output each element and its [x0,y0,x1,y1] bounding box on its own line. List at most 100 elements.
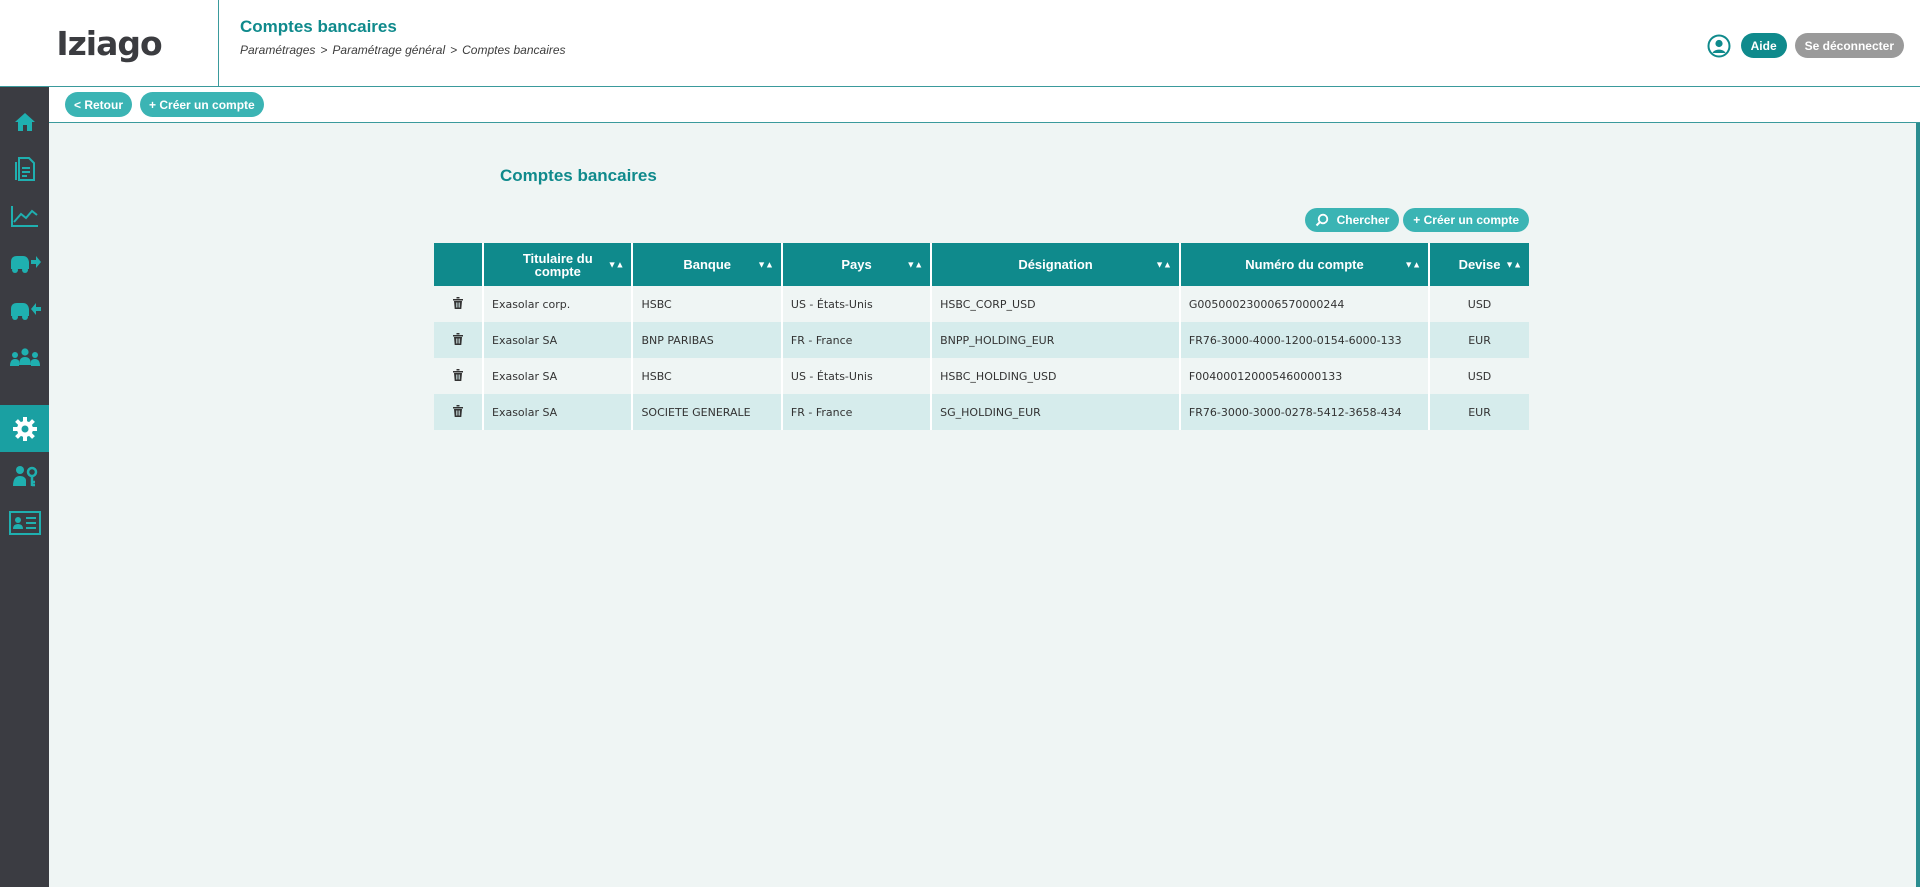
cell-account-number: FR76-3000-4000-1200-0154-6000-133 [1179,322,1431,358]
column-header-country[interactable]: Pays ▼▲ [781,243,933,286]
column-header-account-number[interactable]: Numéro du compte ▼▲ [1179,243,1431,286]
cell-country: FR - France [781,394,933,430]
cell-designation: HSBC_HOLDING_USD [931,358,1181,394]
cell-country: US - États-Unis [781,286,933,322]
table-row[interactable]: Exasolar SA BNP PARIBAS FR - France BNPP… [434,322,1529,358]
cell-bank: HSBC [632,358,783,394]
column-header-bank[interactable]: Banque ▼▲ [632,243,783,286]
help-button[interactable]: Aide [1740,33,1787,58]
cell-currency: USD [1429,358,1529,394]
logout-button[interactable]: Se déconnecter [1794,33,1904,58]
cell-designation: BNPP_HOLDING_EUR [931,322,1181,358]
table-row[interactable]: Exasolar SA SOCIETE GENERALE FR - France… [434,394,1529,430]
page-title: Comptes bancaires [240,17,397,36]
sort-icon[interactable]: ▼▲ [1505,258,1522,271]
column-header-currency[interactable]: Devise ▼▲ [1429,243,1529,286]
section-title: Comptes bancaires [500,166,657,185]
delete-button[interactable] [434,322,484,358]
trash-icon [453,368,463,381]
column-header-designation[interactable]: Désignation ▼▲ [931,243,1181,286]
column-header-holder[interactable]: Titulaire du compte ▼▲ [483,243,634,286]
cell-bank: BNP PARIBAS [632,322,783,358]
cell-currency: USD [1429,286,1529,322]
gear-icon [12,416,37,441]
sidebar-item-contacts[interactable] [0,499,49,546]
cell-account-number: FR76-3000-3000-0278-5412-3658-434 [1179,394,1431,430]
table-row[interactable]: Exasolar corp. HSBC US - États-Unis HSBC… [434,286,1529,322]
cell-country: FR - France [781,322,933,358]
column-header-label: Pays [841,257,872,272]
toolbar: < Retour + Créer un compte [49,87,1920,123]
breadcrumb-separator: > [320,43,328,57]
cell-holder: Exasolar corp. [483,286,634,322]
sidebar-item-settings[interactable] [0,405,49,452]
cell-account-number: G005000230006570000244 [1179,286,1431,322]
id-card-icon [8,510,41,535]
sidebar-item-reports[interactable] [0,192,49,239]
sort-icon[interactable]: ▼▲ [906,258,923,271]
column-header-actions [434,243,484,286]
cell-country: US - États-Unis [781,358,933,394]
logo: Iziago [56,23,162,63]
breadcrumb-separator: > [450,43,458,57]
cell-holder: Exasolar SA [483,394,634,430]
cell-holder: Exasolar SA [483,322,634,358]
search-button[interactable]: Chercher [1304,208,1400,232]
sort-icon[interactable]: ▼▲ [608,258,625,271]
breadcrumb: Paramétrages > Paramétrage général > Comptes… [240,43,566,57]
delete-button[interactable] [434,286,484,322]
column-header-label: Titulaire du compte [522,250,593,279]
column-header-label: Devise [1458,257,1501,272]
trash-icon [453,332,463,345]
cell-currency: EUR [1429,322,1529,358]
sidebar-item-purchases[interactable] [0,286,49,333]
sidebar-item-home[interactable] [0,98,49,145]
table-actions: Chercher + Créer un compte [1304,208,1529,232]
back-button[interactable]: < Retour [65,92,133,117]
column-header-label: Numéro du compte [1245,257,1364,272]
users-icon [9,347,40,366]
trash-icon [453,296,463,309]
table-row[interactable]: Exasolar SA HSBC US - États-Unis HSBC_HO… [434,358,1529,394]
delete-button[interactable] [434,358,484,394]
sort-icon[interactable]: ▼▲ [1155,258,1172,271]
logo-container[interactable]: Iziago [0,0,219,86]
sidebar-item-sales[interactable] [0,239,49,286]
cell-designation: HSBC_CORP_USD [931,286,1181,322]
column-header-label: Désignation [1018,257,1093,272]
truck-out-icon [10,255,41,273]
sort-icon[interactable]: ▼▲ [1404,258,1421,271]
user-avatar-icon[interactable] [1707,34,1731,58]
app-header: Iziago Comptes bancaires Paramétrages > Pa… [0,0,1920,87]
breadcrumb-item[interactable]: Paramétrages [240,43,315,57]
chart-icon [10,205,38,227]
truck-in-icon [10,302,41,320]
column-header-label: Banque [683,257,731,272]
sidebar [0,87,49,887]
search-label: Chercher [1336,213,1390,227]
delete-button[interactable] [434,394,484,430]
table-header-row: Titulaire du compte ▼▲ Banque ▼▲ Pays ▼▲ Dé… [434,243,1529,286]
sidebar-item-users[interactable] [0,333,49,380]
search-icon [1315,213,1328,227]
trash-icon [453,404,463,417]
create-account-button-secondary[interactable]: + Créer un compte [1403,208,1529,232]
sidebar-item-documents[interactable] [0,145,49,192]
create-account-button[interactable]: + Créer un compte [140,92,264,117]
user-key-icon [12,465,37,486]
cell-account-number: F004000120005460000133 [1179,358,1431,394]
cell-bank: SOCIETE GENERALE [632,394,783,430]
cell-bank: HSBC [632,286,783,322]
breadcrumb-item: Comptes bancaires [462,43,566,57]
bank-accounts-table: Titulaire du compte ▼▲ Banque ▼▲ Pays ▼▲ Dé… [434,243,1529,430]
home-icon [14,112,35,131]
sidebar-item-user-access[interactable] [0,452,49,499]
header-actions: Aide Se déconnecter [1707,33,1904,58]
document-icon [14,156,35,181]
cell-designation: SG_HOLDING_EUR [931,394,1181,430]
title-area: Comptes bancaires Paramétrages > Paramétra… [240,17,566,57]
breadcrumb-item[interactable]: Paramétrage général [332,43,445,57]
sort-icon[interactable]: ▼▲ [757,258,774,271]
right-edge-strip [1916,123,1920,887]
cell-currency: EUR [1429,394,1529,430]
